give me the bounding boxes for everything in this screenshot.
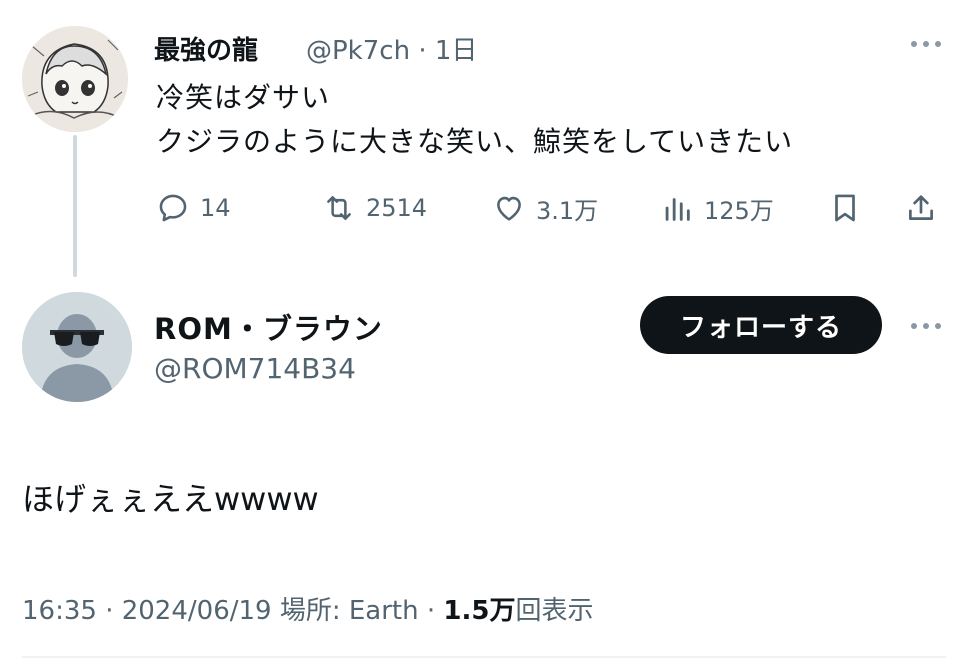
avatar[interactable] [22,26,128,132]
share-action[interactable] [904,190,948,226]
follow-button[interactable]: フォローする [640,296,882,354]
bookmark-action[interactable] [828,190,872,226]
tweet-meta: 16:35 · 2024/06/19 場所: Earth · 1.5万回表示 [22,590,593,627]
views-count: 125万 [704,196,774,225]
retweet-action[interactable]: 2514 [322,190,427,226]
reply-display-name[interactable]: ROM・ブラウン [154,306,383,348]
manga-avatar-drawing [22,26,128,132]
parent-display-name[interactable]: 最強の龍 [154,30,258,67]
reply-tweet-text: ほげぇぇええwwww [22,480,319,518]
divider [22,656,946,658]
meta-views-count: 1.5万 [443,596,516,626]
like-count: 3.1万 [536,196,599,225]
avatar[interactable] [22,292,132,402]
parent-tweet-text-line2: クジラのように大きな笑い、鯨笑をしていきたい [156,125,794,158]
reply-icon [159,194,187,222]
reply-count: 14 [200,194,231,222]
reply-handle[interactable]: @ROM714B34 [154,352,356,385]
parent-tweet-text-line1: 冷笑はダサい [156,81,331,114]
more-icon[interactable] [906,32,946,56]
bookmark-icon [835,194,855,222]
like-icon [497,196,521,221]
retweet-count: 2514 [366,194,428,222]
default-user-icon [22,292,132,402]
thread-connector-line [73,135,77,277]
parent-handle-time[interactable]: @Pk7ch · 1日 [306,30,477,67]
meta-timestamp-location: 16:35 · 2024/06/19 場所: Earth · [22,596,444,626]
meta-views-label: 回表示 [515,596,594,626]
share-icon [909,195,933,220]
views-action[interactable]: 125万 [660,190,774,226]
reply-action[interactable]: 14 [156,190,231,226]
views-icon [665,198,690,221]
retweet-icon [327,196,351,220]
more-icon[interactable] [906,314,946,338]
like-action[interactable]: 3.1万 [492,190,598,226]
